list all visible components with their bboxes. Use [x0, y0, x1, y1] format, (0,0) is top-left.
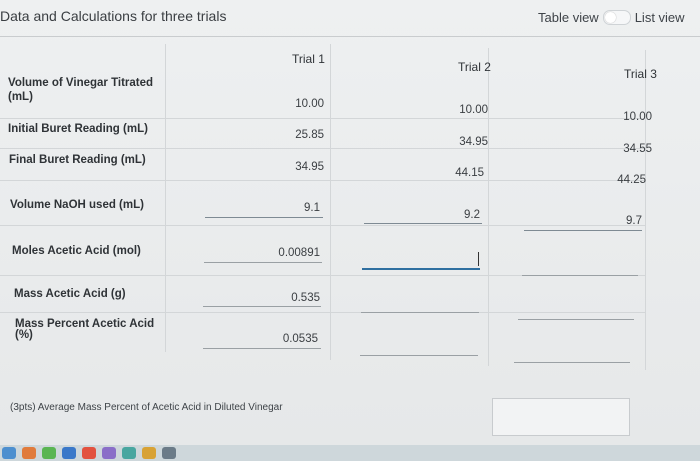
trial-3-naoh-volume[interactable]: 9.7: [600, 215, 642, 227]
list-view-label[interactable]: List view: [635, 10, 685, 25]
switch-knob: [604, 12, 616, 23]
worksheet-page: Data and Calculations for three trials T…: [0, 0, 700, 445]
row-label-naoh-volume: Volume NaOH used (mL): [10, 199, 144, 211]
grid-line: [488, 48, 489, 366]
trial-3-vinegar-volume: 10.00: [623, 111, 652, 123]
text-cursor: [478, 252, 479, 266]
trial-2-naoh-input-line[interactable]: [364, 223, 482, 224]
column-header-trial-1: Trial 1: [292, 52, 325, 66]
trial-1-mass-acetic-acid[interactable]: 0.535: [276, 292, 320, 304]
app-icon[interactable]: [162, 447, 176, 459]
grid-line: [165, 44, 166, 352]
column-header-trial-3: Trial 3: [624, 67, 657, 81]
trial-1-final-buret: 34.95: [295, 161, 324, 173]
view-toggle[interactable]: Table view List view: [538, 10, 685, 25]
view-switch[interactable]: [602, 10, 631, 25]
trial-3-percent-input-line[interactable]: [514, 362, 630, 363]
trial-3-mass-input-line[interactable]: [518, 319, 634, 320]
grid-line: [0, 148, 645, 149]
trial-3-initial-buret: 34.55: [623, 143, 652, 155]
page-title: Data and Calculations for three trials: [0, 8, 227, 24]
app-icon[interactable]: [142, 447, 156, 459]
trial-2-moles-input-line-active[interactable]: [362, 268, 480, 270]
messages-icon[interactable]: [42, 447, 56, 459]
trial-1-percent-input-line[interactable]: [203, 348, 321, 349]
trial-3-moles-input-line[interactable]: [522, 275, 638, 276]
grid-line: [0, 180, 645, 181]
divider: [0, 36, 700, 37]
trial-1-initial-buret: 25.85: [295, 129, 324, 141]
mail-icon[interactable]: [62, 447, 76, 459]
trial-1-moles-acetic-acid[interactable]: 0.00891: [266, 247, 320, 259]
dock: [0, 445, 700, 461]
average-mass-percent-prompt: (3pts) Average Mass Percent of Acetic Ac…: [10, 402, 283, 413]
row-label-mass-acetic-acid: Mass Acetic Acid (g): [14, 288, 126, 300]
trial-1-naoh-volume[interactable]: 9.1: [280, 202, 320, 214]
trial-1-naoh-input-line[interactable]: [205, 217, 323, 218]
photos-icon[interactable]: [22, 447, 36, 459]
trial-2-final-buret: 44.15: [455, 167, 484, 179]
calendar-icon[interactable]: [82, 447, 96, 459]
column-header-trial-2: Trial 2: [458, 60, 491, 74]
trial-1-vinegar-volume: 10.00: [295, 98, 324, 110]
trial-1-mass-percent[interactable]: 0.0535: [270, 333, 318, 345]
trial-1-moles-input-line[interactable]: [204, 262, 322, 263]
trial-2-percent-input-line[interactable]: [360, 355, 478, 356]
grid-line: [0, 312, 645, 313]
trial-2-mass-input-line[interactable]: [361, 312, 479, 313]
row-label-moles-acetic-acid: Moles Acetic Acid (mol): [12, 245, 141, 257]
trial-2-naoh-volume[interactable]: 9.2: [440, 209, 480, 221]
table-view-label[interactable]: Table view: [538, 10, 599, 25]
trial-3-naoh-input-line[interactable]: [524, 230, 642, 231]
grid-line: [0, 118, 645, 119]
grid-line: [645, 50, 646, 370]
row-label-final-buret: Final Buret Reading (mL): [9, 154, 146, 166]
app-icon[interactable]: [102, 447, 116, 459]
trial-2-initial-buret: 34.95: [459, 136, 488, 148]
trial-2-vinegar-volume: 10.00: [459, 104, 488, 116]
app-icon[interactable]: [122, 447, 136, 459]
row-label-vinegar-volume: Volume of Vinegar Titrated (mL): [8, 77, 154, 103]
grid-line: [0, 225, 645, 226]
average-mass-percent-input[interactable]: [492, 398, 630, 436]
finder-icon[interactable]: [2, 447, 16, 459]
row-label-initial-buret: Initial Buret Reading (mL): [8, 123, 148, 135]
trial-1-mass-input-line[interactable]: [203, 306, 321, 307]
row-label-mass-percent: Mass Percent Acetic Acid (%): [15, 318, 155, 341]
trial-3-final-buret: 44.25: [617, 174, 646, 186]
